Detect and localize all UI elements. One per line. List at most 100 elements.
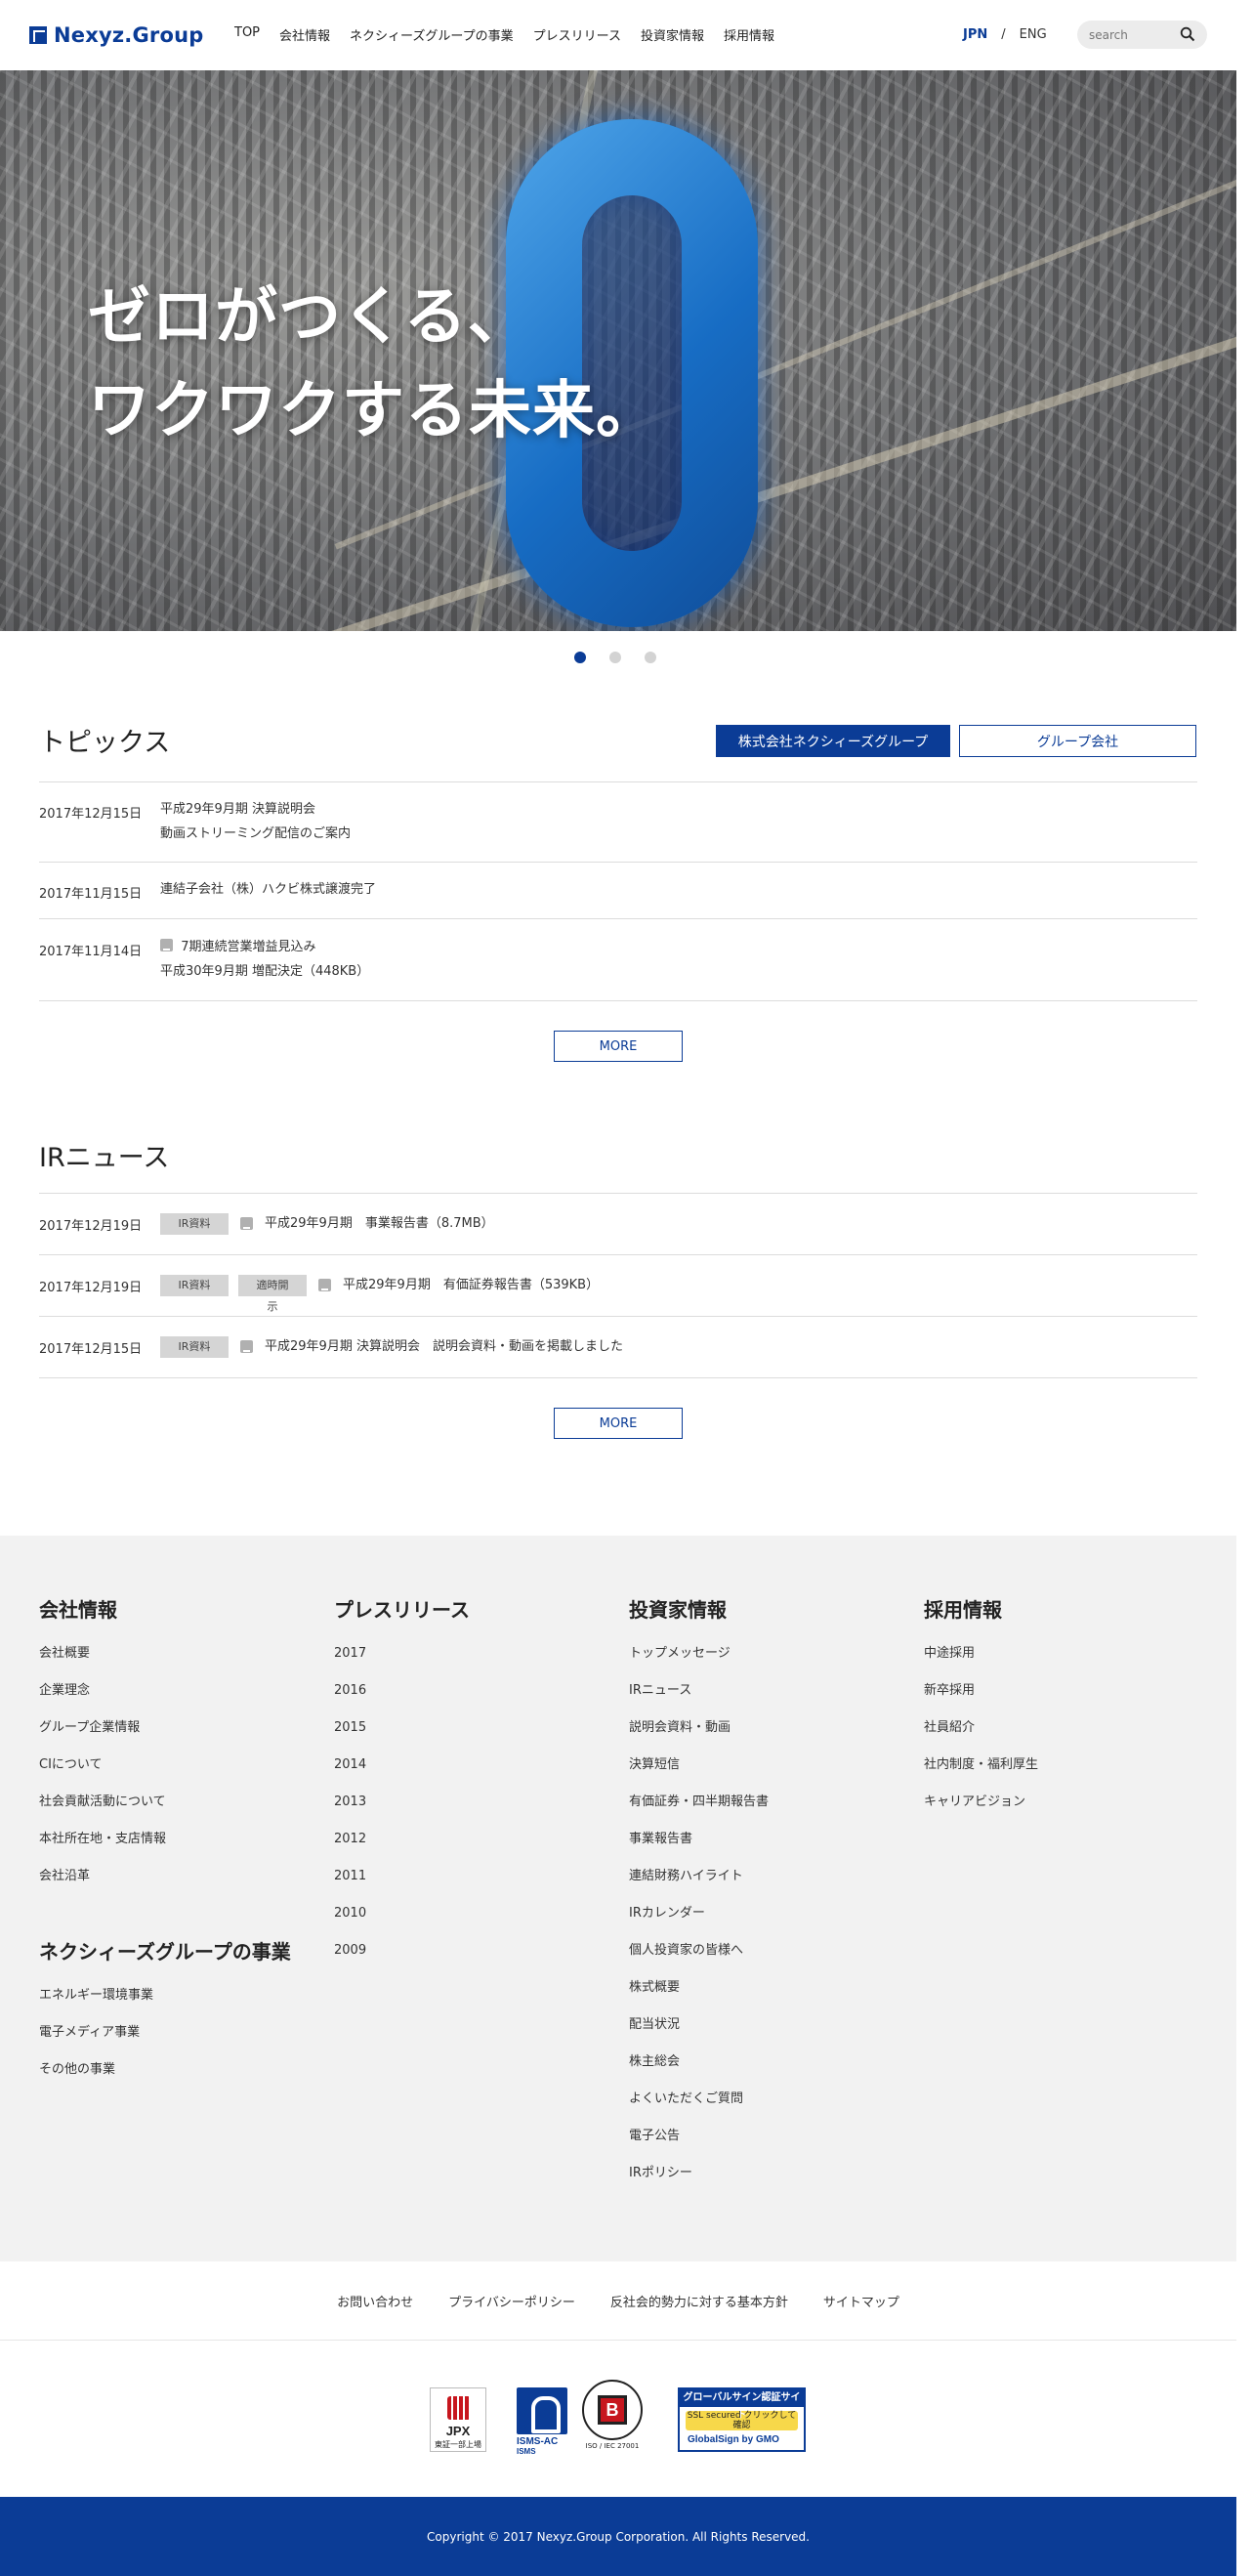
lang-jpn[interactable]: JPN [963, 27, 987, 42]
footer-link[interactable]: 2009 [334, 1942, 470, 1979]
footer-link[interactable]: 株式概要 [629, 1979, 769, 2016]
divider [39, 1377, 1197, 1378]
search-input[interactable] [1089, 27, 1177, 42]
footer-link[interactable]: 配当状況 [629, 2016, 769, 2053]
topic-text[interactable]: 7期連続営業増益見込み 平成30年9月期 増配決定（448KB） [160, 935, 369, 984]
footer-link[interactable]: その他の事業 [39, 2061, 291, 2098]
ir-news-date: 2017年12月19日 [39, 1281, 143, 1295]
footer-link[interactable]: 株主総会 [629, 2053, 769, 2090]
jpx-logo-icon [447, 2396, 471, 2420]
certification-badges: JPX 東証一部上場 ISMS-AC ISMS B ISO / IEC 2700… [0, 2374, 1236, 2456]
footer-link[interactable]: 決算短信 [629, 1756, 769, 1794]
divider [39, 918, 1197, 919]
footer-link[interactable]: 会社沿革 [39, 1868, 291, 1905]
topic-line1: 平成29年9月期 決算説明会 [160, 802, 315, 817]
search-icon[interactable] [1180, 26, 1195, 42]
topics-title: トピックス [39, 728, 171, 758]
globalsign-badge[interactable]: グローバルサイン認証サイト SSL secured クリックして確認 Globa… [678, 2387, 806, 2452]
nav-recruit[interactable]: 採用情報 [724, 25, 774, 44]
footer-link[interactable]: 新卒採用 [924, 1682, 1038, 1719]
divider [39, 1316, 1197, 1317]
logo-mark-icon [29, 26, 47, 44]
filter-company-button[interactable]: 株式会社ネクシィーズグループ [716, 725, 950, 757]
footer-link[interactable]: キャリアビジョン [924, 1794, 1038, 1831]
footer-link[interactable]: よくいただくご質問 [629, 2090, 769, 2128]
footer-col-press: プレスリリース 2017 2016 2015 2014 2013 2012 20… [334, 1594, 470, 1979]
footer-link[interactable]: CIについて [39, 1756, 291, 1794]
iso-seal-icon: B [582, 2380, 643, 2440]
footer-link[interactable]: 2012 [334, 1831, 470, 1868]
footer-link[interactable]: エネルギー環境事業 [39, 1987, 291, 2024]
slider-dot-1[interactable] [574, 652, 586, 663]
ir-news-title: IRニュース [39, 1143, 170, 1173]
footer-link[interactable]: IRポリシー [629, 2165, 769, 2202]
site-logo[interactable]: Nexyz.Group [29, 23, 203, 47]
nav-investors[interactable]: 投資家情報 [641, 25, 704, 44]
isms-badge: ISMS-AC ISMS [517, 2387, 571, 2456]
lang-eng[interactable]: ENG [1020, 27, 1047, 42]
footer-link[interactable]: 有価証券・四半期報告書 [629, 1794, 769, 1831]
anti-social-policy-link[interactable]: 反社会的勢力に対する基本方針 [610, 2292, 788, 2310]
nav-company[interactable]: 会社情報 [279, 25, 330, 44]
nav-press[interactable]: プレスリリース [533, 25, 621, 44]
footer-link[interactable]: トップメッセージ [629, 1645, 769, 1682]
ir-news-more-button[interactable]: MORE [554, 1408, 683, 1439]
ir-news-content[interactable]: IR資料 平成29年9月期 事業報告書（8.7MB） [160, 1211, 494, 1236]
footer-company-title[interactable]: 会社情報 [39, 1594, 291, 1623]
footer-link[interactable]: 2014 [334, 1756, 470, 1794]
hero-copy-line1: ゼロがつくる、 [88, 281, 531, 354]
nav-business[interactable]: ネクシィーズグループの事業 [350, 25, 514, 44]
footer-investors-title[interactable]: 投資家情報 [629, 1594, 769, 1623]
contact-link[interactable]: お問い合わせ [337, 2292, 413, 2310]
gs-title: グローバルサイン認証サイト [680, 2389, 804, 2421]
footer-link[interactable]: 社内制度・福利厚生 [924, 1756, 1038, 1794]
topic-text[interactable]: 平成29年9月期 決算説明会 動画ストリーミング配信のご案内 [160, 797, 351, 846]
privacy-policy-link[interactable]: プライバシーポリシー [448, 2292, 575, 2310]
footer-link[interactable]: IRカレンダー [629, 1905, 769, 1942]
divider [39, 1254, 1197, 1255]
topic-text[interactable]: 連結子会社（株）ハクビ株式譲渡完了 [160, 877, 376, 902]
topic-line2: 平成30年9月期 増配決定（448KB） [160, 964, 370, 979]
footer-business-title[interactable]: ネクシィーズグループの事業 [39, 1936, 291, 1964]
search-box [1077, 21, 1207, 49]
footer-recruit-title[interactable]: 採用情報 [924, 1594, 1038, 1623]
footer-link[interactable]: グループ企業情報 [39, 1719, 291, 1756]
topics-more-button[interactable]: MORE [554, 1031, 683, 1062]
footer-link[interactable]: 社会貢献活動について [39, 1794, 291, 1831]
isms-logo-icon [517, 2387, 567, 2434]
ir-news-content[interactable]: IR資料 適時開示 平成29年9月期 有価証券報告書（539KB） [160, 1273, 599, 1313]
footer-link[interactable]: 2015 [334, 1719, 470, 1756]
nav-top[interactable]: TOP [234, 25, 260, 44]
gs-ssl-label: SSL secured クリックして確認 [686, 2411, 798, 2430]
footer-link[interactable]: 中途採用 [924, 1645, 1038, 1682]
footer-link[interactable]: 連結財務ハイライト [629, 1868, 769, 1905]
footer-link[interactable]: 会社概要 [39, 1645, 291, 1682]
footer-link[interactable]: 企業理念 [39, 1682, 291, 1719]
filter-group-button[interactable]: グループ会社 [959, 725, 1196, 757]
footer-sitemap: 会社情報 会社概要 企業理念 グループ企業情報 CIについて 社会貢献活動につい… [0, 1536, 1236, 2261]
footer-press-title[interactable]: プレスリリース [334, 1594, 470, 1623]
footer-link[interactable]: 2011 [334, 1868, 470, 1905]
slider-dot-3[interactable] [645, 652, 656, 663]
footer-link[interactable]: 2016 [334, 1682, 470, 1719]
isms-line2: ISMS [517, 2447, 536, 2456]
divider [39, 1193, 1197, 1194]
footer-link[interactable]: 2010 [334, 1905, 470, 1942]
footer-link[interactable]: 2013 [334, 1794, 470, 1831]
footer-link[interactable]: 説明会資料・動画 [629, 1719, 769, 1756]
footer-link[interactable]: 個人投資家の皆様へ [629, 1942, 769, 1979]
footer-link[interactable]: 本社所在地・支店情報 [39, 1831, 291, 1868]
footer-link[interactable]: IRニュース [629, 1682, 769, 1719]
ir-news-content[interactable]: IR資料 平成29年9月期 決算説明会 説明会資料・動画を掲載しました [160, 1334, 623, 1359]
footer-link[interactable]: 社員紹介 [924, 1719, 1038, 1756]
footer-link[interactable]: 事業報告書 [629, 1831, 769, 1868]
footer-link[interactable]: 2017 [334, 1645, 470, 1682]
footer-link[interactable]: 電子メディア事業 [39, 2024, 291, 2061]
isms-line1: ISMS-AC [517, 2436, 559, 2447]
hero-copy: ゼロがつくる、 ワクワクする未来。 [88, 271, 659, 458]
footer-link[interactable]: 電子公告 [629, 2128, 769, 2165]
sitemap-link[interactable]: サイトマップ [823, 2292, 899, 2310]
gs-brand: GlobalSign by GMO [688, 2434, 779, 2445]
tag-ir-material: IR資料 [160, 1212, 229, 1235]
slider-dot-2[interactable] [609, 652, 621, 663]
